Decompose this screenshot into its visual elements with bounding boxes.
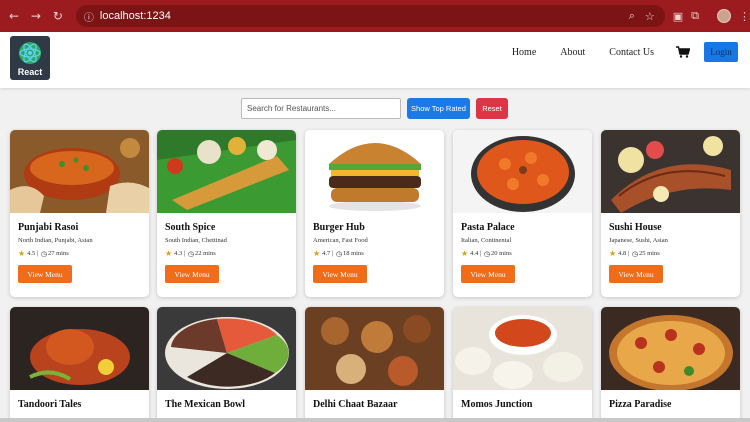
delivery-time: 27 mins [47,250,69,257]
restaurant-name: Momos Junction [461,399,533,410]
delivery-time: 20 mins [490,250,512,257]
search-input[interactable] [241,98,401,119]
back-icon[interactable]: ← [6,8,22,24]
food-image [10,307,149,390]
restaurant-card[interactable]: The Mexican Bowl [157,307,296,422]
restaurant-cuisine: South Indian, Chettinad [165,237,227,244]
address-bar[interactable]: ⓘ localhost:1234 ⌕ ☆ [75,5,665,27]
star-icon: ★ [461,249,469,258]
url-text: localhost:1234 [99,10,171,22]
extension-icon[interactable]: ▣ [673,10,683,23]
clock-icon: ◷ [483,249,490,258]
delivery-time: 22 mins [194,250,216,257]
restaurant-name: Punjabi Rasoi [18,222,79,233]
app-header: React Home About Contact Us Login [0,32,750,88]
main-nav: Home About Contact Us Login [488,42,738,62]
restaurant-meta: ★ 4.4 | ◷ 20 mins [461,249,512,258]
rating: 4.7 [322,250,331,257]
forward-icon[interactable]: → [28,8,44,24]
food-image [305,130,444,213]
reset-button[interactable]: Reset [476,98,508,119]
horizontal-scrollbar[interactable] [0,418,750,422]
clock-icon: ◷ [335,249,342,258]
food-image [601,130,740,213]
reload-icon[interactable]: ↻ [50,8,66,24]
delivery-time: 18 mins [342,250,364,257]
restaurant-card[interactable]: Pizza Paradise [601,307,740,422]
star-icon: ★ [609,249,617,258]
rating: 4.5 [27,250,36,257]
restaurant-card[interactable]: Tandoori Tales [10,307,149,422]
food-image [157,307,296,390]
star-icon: ★ [18,249,26,258]
food-image [453,307,592,390]
restaurant-meta: ★ 4.3 | ◷ 22 mins [165,249,216,258]
restaurant-card[interactable]: Sushi House Japanese, Sushi, Asian ★ 4.8… [601,130,740,297]
bookmark-star-icon[interactable]: ☆ [645,10,655,23]
zoom-icon[interactable]: ⌕ [629,9,635,23]
nav-home[interactable]: Home [512,47,536,58]
rating: 4.4 [470,250,479,257]
rating: 4.8 [618,250,627,257]
restaurant-meta: ★ 4.8 | ◷ 25 mins [609,249,660,258]
show-top-rated-button[interactable]: Show Top Rated [407,98,470,119]
logo-text: React [17,67,43,77]
view-menu-button[interactable]: View Menu [461,265,515,283]
restaurant-card[interactable]: Pasta Palace Italian, Continental ★ 4.4 … [453,130,592,297]
view-menu-button[interactable]: View Menu [609,265,663,283]
browser-toolbar: ← → ↻ ⓘ localhost:1234 ⌕ ☆ ▣ ⧉ ⋮ [0,0,750,32]
star-icon: ★ [165,249,173,258]
restaurant-cuisine: North Indian, Punjabi, Asian [18,237,93,244]
restaurant-name: Delhi Chaat Bazaar [313,399,398,410]
view-menu-button[interactable]: View Menu [18,265,72,283]
profile-avatar[interactable] [717,9,731,23]
restaurant-card[interactable]: Delhi Chaat Bazaar [305,307,444,422]
nav-contact[interactable]: Contact Us [609,47,654,58]
food-image [305,307,444,390]
cart-icon[interactable] [676,46,690,58]
extensions-puzzle-icon[interactable]: ⧉ [691,9,699,23]
react-logo-icon [19,42,41,64]
restaurant-name: Pizza Paradise [609,399,672,410]
delivery-time: 25 mins [638,250,660,257]
food-image [10,130,149,213]
restaurant-cuisine: American, Fast Food [313,237,368,244]
nav-about[interactable]: About [560,47,585,58]
logo[interactable]: React [10,36,50,80]
food-image [157,130,296,213]
view-menu-button[interactable]: View Menu [313,265,367,283]
food-image [453,130,592,213]
restaurant-name: South Spice [165,222,216,233]
restaurant-name: The Mexican Bowl [165,399,245,410]
clock-icon: ◷ [631,249,638,258]
site-info-icon[interactable]: ⓘ [84,9,94,24]
restaurant-card[interactable]: Momos Junction [453,307,592,422]
restaurant-card[interactable]: Punjabi Rasoi North Indian, Punjabi, Asi… [10,130,149,297]
restaurant-cuisine: Italian, Continental [461,237,512,244]
restaurant-name: Pasta Palace [461,222,515,233]
restaurant-name: Burger Hub [313,222,365,233]
view-menu-button[interactable]: View Menu [165,265,219,283]
restaurant-cuisine: Japanese, Sushi, Asian [609,237,668,244]
star-icon: ★ [313,249,321,258]
rating: 4.3 [174,250,183,257]
restaurant-name: Tandoori Tales [18,399,82,410]
restaurant-name: Sushi House [609,222,662,233]
restaurant-meta: ★ 4.5 | ◷ 27 mins [18,249,69,258]
restaurant-meta: ★ 4.7 | ◷ 18 mins [313,249,364,258]
restaurant-card[interactable]: Burger Hub American, Fast Food ★ 4.7 | ◷… [305,130,444,297]
browser-menu-icon[interactable]: ⋮ [739,10,750,23]
search-row: Show Top Rated Reset [241,98,508,119]
clock-icon: ◷ [187,249,194,258]
food-image [601,307,740,390]
restaurant-card[interactable]: South Spice South Indian, Chettinad ★ 4.… [157,130,296,297]
clock-icon: ◷ [40,249,47,258]
login-button[interactable]: Login [704,42,738,62]
